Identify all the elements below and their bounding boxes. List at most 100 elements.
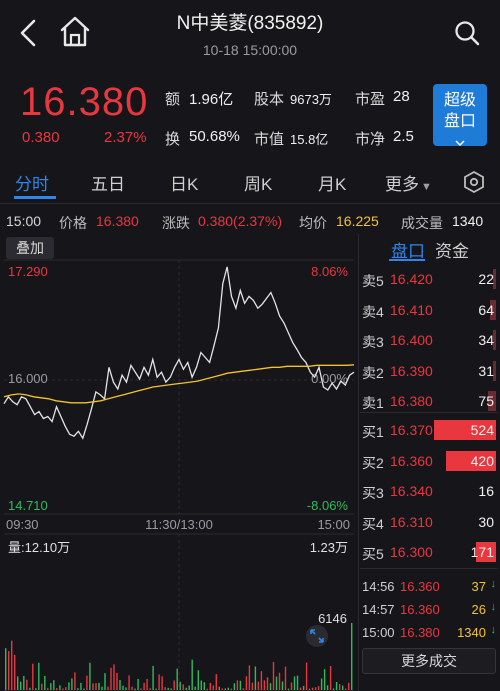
tab-five-day[interactable]: 五日 <box>91 170 125 195</box>
volume-bar <box>26 679 28 690</box>
tab-capital-flow[interactable]: 资金 <box>435 237 469 262</box>
volume-bar <box>41 683 43 690</box>
last-price: 16.380 <box>20 80 149 124</box>
share-capital-value: 9673万 <box>290 92 332 107</box>
level-price: 16.360 <box>390 452 433 469</box>
level-price: 16.400 <box>390 332 433 348</box>
volume-bar <box>125 687 127 690</box>
volume-bar <box>38 662 40 690</box>
volume-bar <box>92 683 94 690</box>
bid-row-1[interactable]: 买1 16.370 524 <box>362 418 496 442</box>
volume-bar <box>68 682 70 690</box>
axis-bottom-price: 14.710 <box>8 498 48 513</box>
level-price: 16.310 <box>390 513 433 530</box>
volume-bar <box>329 666 332 690</box>
axis-time-start: 09:30 <box>6 517 39 532</box>
volume-bar <box>320 678 323 690</box>
order-book-tab-indicator <box>389 259 425 261</box>
volume-bar <box>107 686 109 690</box>
level-volume: 171 <box>470 544 494 560</box>
volume-bar <box>80 682 82 690</box>
super-order-book-line2: 盘口 <box>443 113 476 130</box>
info-avg-label: 均价 <box>299 215 327 231</box>
share-capital-label: 股本 <box>254 91 285 108</box>
level-label: 买1 <box>362 424 384 440</box>
volume-bar <box>119 680 121 690</box>
volume-bar <box>188 685 190 690</box>
tab-more[interactable]: 更多 ▼ <box>385 170 432 195</box>
trade-row: 15:00 16.380 1340 ↓ <box>362 622 496 642</box>
more-trades-button[interactable]: 更多成交 <box>362 648 496 674</box>
tab-more-label: 更多 <box>385 175 419 194</box>
volume-bar <box>191 659 193 690</box>
volume-bar <box>137 679 139 690</box>
level-volume: 22 <box>478 271 494 287</box>
tab-intraday[interactable]: 分时 <box>15 170 49 195</box>
ask-row-1[interactable]: 卖5 16.420 22 <box>362 267 496 291</box>
panel-divider <box>358 234 359 691</box>
bid-row-3[interactable]: 买3 16.340 16 <box>362 479 496 503</box>
trade-time: 14:57 <box>362 602 395 617</box>
market-cap-value: 15.8亿 <box>290 132 329 147</box>
expand-icon[interactable] <box>306 625 328 647</box>
level-price: 16.390 <box>390 362 433 379</box>
volume-bar <box>122 685 124 690</box>
volume-bar <box>185 687 187 690</box>
ask-row-4[interactable]: 卖2 16.390 31 <box>362 359 496 383</box>
bid-row-4[interactable]: 买4 16.310 30 <box>362 510 496 534</box>
level-label: 卖2 <box>362 364 384 381</box>
volume-bar <box>317 686 320 690</box>
volume-bar <box>215 674 217 690</box>
super-order-book-line1: 超级 <box>443 92 476 109</box>
arrow-down-icon: ↓ <box>490 624 497 636</box>
active-tab-indicator <box>14 196 56 199</box>
turnover-value: 50.68% <box>189 128 240 145</box>
bid-row-5[interactable]: 买5 16.300 171 <box>362 540 496 564</box>
volume-bar <box>335 682 338 690</box>
volume-bar <box>221 688 223 690</box>
volume-bar <box>281 681 284 690</box>
level-label: 买4 <box>362 515 384 532</box>
volume-bar <box>143 682 145 690</box>
tab-monthly-k[interactable]: 月K <box>318 170 346 195</box>
settings-icon[interactable] <box>462 170 486 194</box>
volume-bar <box>351 623 353 690</box>
level-label: 买3 <box>362 485 384 501</box>
intraday-chart[interactable]: 17.290 8.06% 16.000 0.00% 14.710 -8.06% … <box>0 256 356 691</box>
volume-bar <box>29 687 31 690</box>
volume-bar <box>182 684 184 690</box>
tab-weekly-k[interactable]: 周K <box>244 170 272 195</box>
ask-row-5[interactable]: 卖1 16.380 75 <box>362 389 496 413</box>
level-label: 买5 <box>362 546 384 562</box>
level-volume: 420 <box>470 452 494 469</box>
crosshair-info-row: 15:00 价格 16.380 涨跌 0.380(2.37%) 均价 16.22… <box>0 206 500 234</box>
volume-bar <box>302 685 305 690</box>
trade-time: 14:56 <box>362 579 395 594</box>
volume-bar <box>62 688 64 690</box>
volume-bar <box>14 654 16 690</box>
level-price: 16.300 <box>390 544 433 560</box>
volume-bar <box>98 682 100 690</box>
search-icon[interactable] <box>452 18 482 48</box>
level-label: 卖4 <box>362 303 384 320</box>
info-change-label: 涨跌 <box>162 215 190 231</box>
volume-bar <box>5 648 7 690</box>
ask-row-3[interactable]: 卖3 16.400 34 <box>362 328 496 352</box>
amount-label: 额 <box>165 91 181 108</box>
volume-bar <box>8 651 10 690</box>
book-trades-divider <box>360 568 498 569</box>
period-tabs: 分时 五日 日K 周K 月K 更多 ▼ <box>0 160 500 204</box>
trade-volume: 26 <box>471 602 486 617</box>
volume-bar <box>233 683 236 690</box>
tab-daily-k[interactable]: 日K <box>170 170 198 195</box>
super-order-book-button[interactable]: 超级 盘口 <box>433 84 487 147</box>
quote-timestamp: 10-18 15:00:00 <box>202 42 298 58</box>
trade-volume: 1340 <box>457 625 486 640</box>
bid-row-2[interactable]: 买2 16.360 420 <box>362 449 496 473</box>
volume-bar <box>278 672 281 690</box>
ask-row-2[interactable]: 卖4 16.410 64 <box>362 298 496 322</box>
volume-bar <box>110 667 112 690</box>
volume-bar <box>173 680 175 690</box>
level-price: 16.380 <box>390 393 433 409</box>
volume-bar <box>71 678 73 690</box>
